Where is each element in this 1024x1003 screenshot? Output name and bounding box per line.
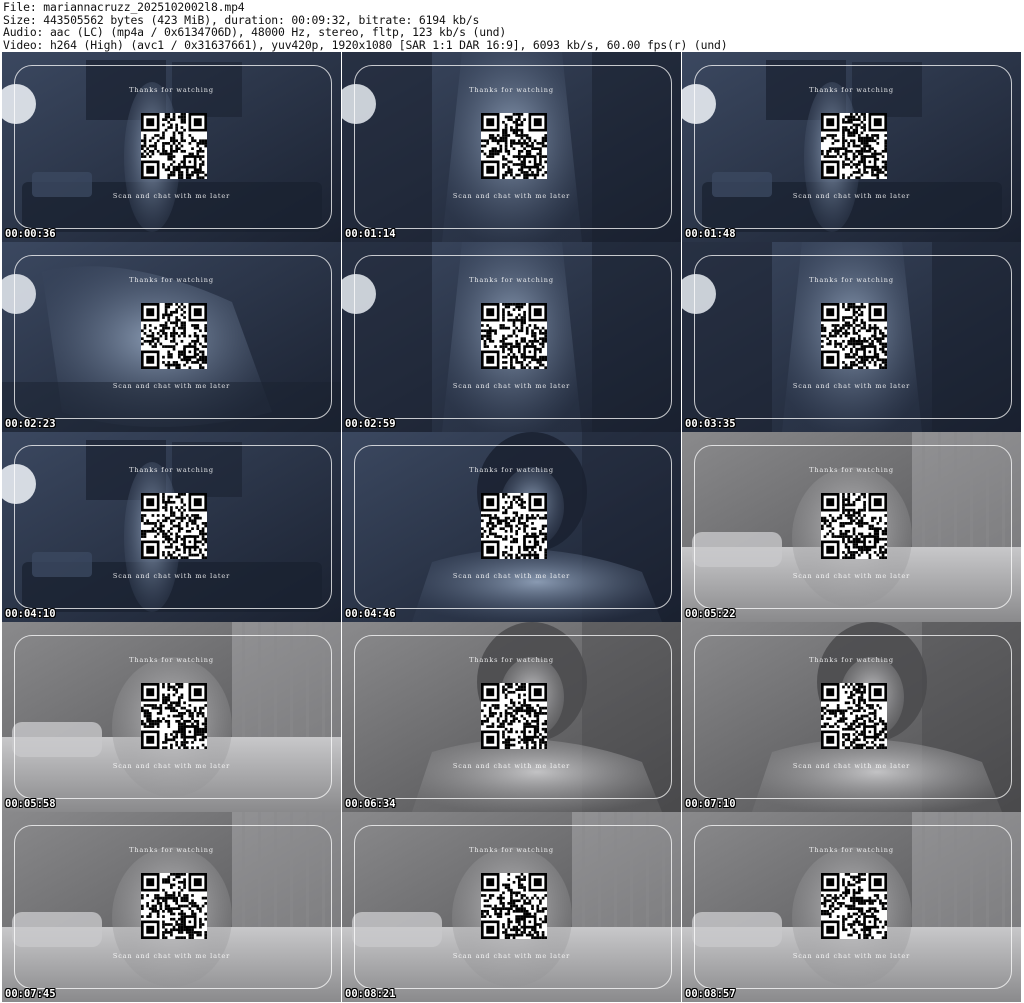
video-thumbnail: Thanks for watching Scan and chat with me… xyxy=(342,52,681,242)
video-thumbnail: Thanks for watching Scan and chat with me… xyxy=(342,812,681,1002)
qr-code-icon xyxy=(821,493,887,559)
scan-caption: Scan and chat with me later xyxy=(792,192,911,200)
thumbnail-timestamp: 00:07:45 xyxy=(5,988,56,1000)
video-thumbnail: Thanks for watching Scan and chat with me… xyxy=(342,242,681,432)
thumbnail-timestamp: 00:02:23 xyxy=(5,418,56,430)
thanks-caption: Thanks for watching xyxy=(809,846,894,854)
qr-code-icon xyxy=(821,113,887,179)
qr-code-icon xyxy=(481,303,547,369)
thumbnail-timestamp: 00:02:59 xyxy=(345,418,396,430)
qr-code-icon xyxy=(141,873,207,939)
thanks-caption: Thanks for watching xyxy=(809,86,894,94)
qr-code-icon xyxy=(141,493,207,559)
scan-caption: Scan and chat with me later xyxy=(792,952,911,960)
thumbnail-timestamp: 00:08:21 xyxy=(345,988,396,1000)
thumbnail-grid: Thanks for watching Scan and chat with me… xyxy=(0,52,1024,1002)
video-thumbnail: Thanks for watching Scan and chat with me… xyxy=(2,622,341,812)
thumbnail-timestamp: 00:01:14 xyxy=(345,228,396,240)
thumbnail-timestamp: 00:04:10 xyxy=(5,608,56,620)
video-thumbnail: Thanks for watching Scan and chat with me… xyxy=(682,622,1021,812)
thanks-caption: Thanks for watching xyxy=(809,656,894,664)
video-thumbnail: Thanks for watching Scan and chat with me… xyxy=(2,242,341,432)
qr-code-icon xyxy=(481,493,547,559)
thumbnail-timestamp: 00:03:35 xyxy=(685,418,736,430)
thumbnail-timestamp: 00:05:22 xyxy=(685,608,736,620)
audio-info-line: Audio: aac (LC) (mp4a / 0x6134706D), 480… xyxy=(3,25,507,39)
qr-code-icon xyxy=(821,303,887,369)
scan-caption: Scan and chat with me later xyxy=(452,192,571,200)
thumbnail-timestamp: 00:04:46 xyxy=(345,608,396,620)
thanks-caption: Thanks for watching xyxy=(809,466,894,474)
qr-code-icon xyxy=(141,113,207,179)
scan-caption: Scan and chat with me later xyxy=(792,762,911,770)
video-thumbnail: Thanks for watching Scan and chat with me… xyxy=(682,432,1021,622)
video-thumbnail: Thanks for watching Scan and chat with me… xyxy=(682,812,1021,1002)
video-thumbnail: Thanks for watching Scan and chat with me… xyxy=(342,432,681,622)
video-info-line: Video: h264 (High) (avc1 / 0x31637661), … xyxy=(3,37,728,52)
thumbnail-timestamp: 00:01:48 xyxy=(685,228,736,240)
thanks-caption: Thanks for watching xyxy=(469,276,554,284)
thanks-caption: Thanks for watching xyxy=(469,656,554,664)
scan-caption: Scan and chat with me later xyxy=(112,762,231,770)
qr-code-icon xyxy=(821,683,887,749)
thumbnail-timestamp: 00:00:36 xyxy=(5,228,56,240)
thanks-caption: Thanks for watching xyxy=(469,86,554,94)
video-thumbnail: Thanks for watching Scan and chat with me… xyxy=(682,242,1021,432)
thumbnail-timestamp: 00:08:57 xyxy=(685,988,736,1000)
thanks-caption: Thanks for watching xyxy=(129,466,214,474)
qr-code-icon xyxy=(481,683,547,749)
qr-code-icon xyxy=(481,873,547,939)
scan-caption: Scan and chat with me later xyxy=(452,762,571,770)
scan-caption: Scan and chat with me later xyxy=(452,952,571,960)
file-name-line: File: mariannacruzz_2025102002l8.mp4 xyxy=(3,0,245,14)
scan-caption: Scan and chat with me later xyxy=(112,192,231,200)
scan-caption: Scan and chat with me later xyxy=(452,572,571,580)
thanks-caption: Thanks for watching xyxy=(129,86,214,94)
video-thumbnail: Thanks for watching Scan and chat with me… xyxy=(2,432,341,622)
scan-caption: Scan and chat with me later xyxy=(792,572,911,580)
video-thumbnail: Thanks for watching Scan and chat with me… xyxy=(342,622,681,812)
thanks-caption: Thanks for watching xyxy=(129,276,214,284)
qr-code-icon xyxy=(141,683,207,749)
qr-code-icon xyxy=(141,303,207,369)
thanks-caption: Thanks for watching xyxy=(469,466,554,474)
video-info-header: File: mariannacruzz_2025102002l8.mp4 Siz… xyxy=(3,1,1021,51)
qr-code-icon xyxy=(481,113,547,179)
thumbnail-timestamp: 00:07:10 xyxy=(685,798,736,810)
scan-caption: Scan and chat with me later xyxy=(112,382,231,390)
scan-caption: Scan and chat with me later xyxy=(792,382,911,390)
thumbnail-timestamp: 00:05:58 xyxy=(5,798,56,810)
video-thumbnail: Thanks for watching Scan and chat with me… xyxy=(2,52,341,242)
thumbnail-timestamp: 00:06:34 xyxy=(345,798,396,810)
video-thumbnail: Thanks for watching Scan and chat with me… xyxy=(682,52,1021,242)
thanks-caption: Thanks for watching xyxy=(129,846,214,854)
thanks-caption: Thanks for watching xyxy=(469,846,554,854)
video-thumbnail: Thanks for watching Scan and chat with me… xyxy=(2,812,341,1002)
thanks-caption: Thanks for watching xyxy=(129,656,214,664)
thanks-caption: Thanks for watching xyxy=(809,276,894,284)
scan-caption: Scan and chat with me later xyxy=(112,572,231,580)
scan-caption: Scan and chat with me later xyxy=(452,382,571,390)
scan-caption: Scan and chat with me later xyxy=(112,952,231,960)
qr-code-icon xyxy=(821,873,887,939)
